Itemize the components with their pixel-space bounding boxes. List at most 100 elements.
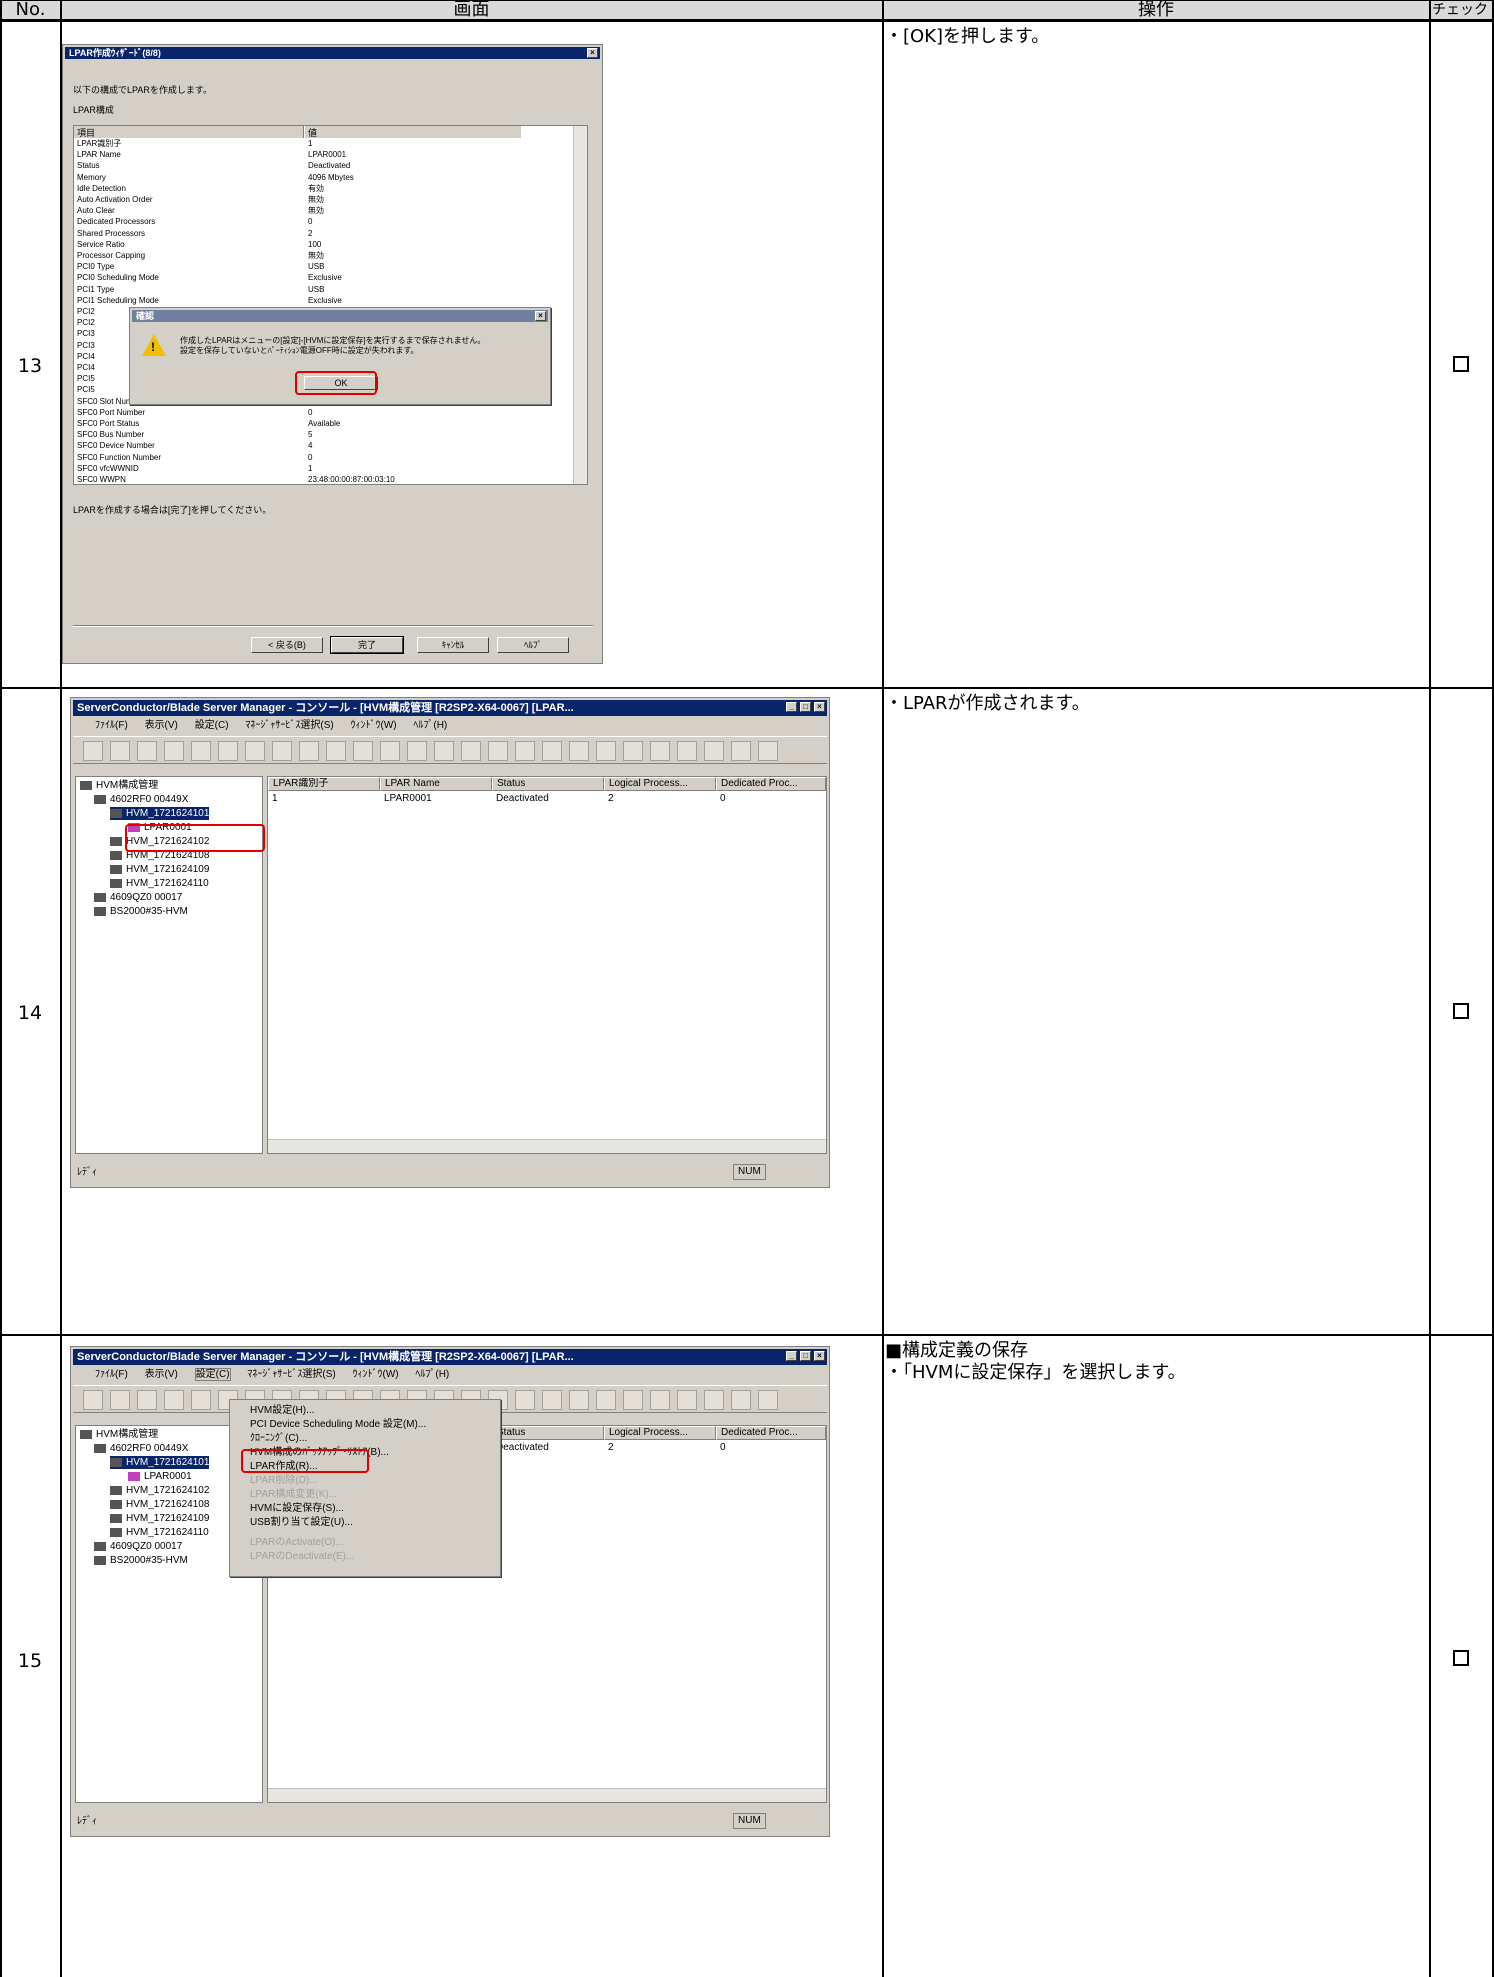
toolbar-button[interactable] [758, 1390, 778, 1410]
menu-item[interactable]: USB割り当て設定(U)... [250, 1516, 353, 1530]
menu-settings[interactable]: 設定(C) [194, 1368, 231, 1381]
toolbar-button[interactable] [434, 741, 454, 761]
maximize-icon[interactable]: □ [800, 1351, 811, 1361]
toolbar-button[interactable] [191, 1390, 211, 1410]
menu-manager[interactable]: ﾏﾈｰｼﾞｬｻｰﾋﾞｽ選択(S) [245, 720, 333, 731]
tree-node[interactable]: HVM_1721624109 [110, 1512, 209, 1525]
check-box[interactable] [1453, 356, 1469, 372]
tree-root[interactable]: HVM構成管理 [80, 1428, 158, 1441]
col-header[interactable]: LPAR Name [380, 777, 492, 791]
toolbar-button[interactable] [461, 741, 481, 761]
h-scrollbar[interactable] [268, 1139, 826, 1153]
toolbar-button[interactable] [704, 1390, 724, 1410]
tree-node[interactable]: HVM_1721624108 [110, 1498, 209, 1511]
toolbar-button[interactable] [650, 741, 670, 761]
col-header[interactable]: Dedicated Proc... [716, 777, 826, 791]
tree-root[interactable]: HVM構成管理 [80, 779, 158, 792]
scrollbar[interactable] [573, 126, 587, 484]
toolbar-button[interactable] [218, 741, 238, 761]
menu-view[interactable]: 表示(V) [145, 1369, 178, 1380]
tree-node[interactable]: HVM_1721624110 [110, 877, 209, 890]
col-header[interactable]: Logical Process... [604, 777, 716, 791]
toolbar-button[interactable] [164, 1390, 184, 1410]
toolbar-button[interactable] [542, 1390, 562, 1410]
toolbar-button[interactable] [83, 1390, 103, 1410]
cell[interactable]: LPAR0001 [384, 793, 432, 804]
tree-node[interactable]: HVM_1721624110 [110, 1526, 209, 1539]
menu-view[interactable]: 表示(V) [145, 720, 178, 731]
minimize-icon[interactable]: _ [786, 1351, 797, 1361]
toolbar-button[interactable] [731, 1390, 751, 1410]
tree-node[interactable]: 4609QZ0 00017 [94, 1540, 182, 1553]
toolbar-button[interactable] [596, 741, 616, 761]
tree-node[interactable]: 4602RF0 00449X [94, 1442, 188, 1455]
check-box[interactable] [1453, 1003, 1469, 1019]
menu-file[interactable]: ﾌｧｲﾙ(F) [95, 720, 128, 731]
toolbar-button[interactable] [272, 741, 292, 761]
minimize-icon[interactable]: _ [786, 702, 797, 712]
col-header[interactable]: LPAR識別子 [268, 777, 380, 791]
toolbar-button[interactable] [677, 1390, 697, 1410]
toolbar-button[interactable] [650, 1390, 670, 1410]
back-button[interactable]: < 戻る(B) [251, 637, 323, 653]
toolbar-button[interactable] [623, 1390, 643, 1410]
check-box[interactable] [1453, 1650, 1469, 1666]
tree-node-lpar[interactable]: LPAR0001 [128, 1470, 192, 1483]
toolbar-button[interactable] [299, 741, 319, 761]
tree-node[interactable]: BS2000#35-HVM [94, 905, 188, 918]
toolbar-button[interactable] [623, 741, 643, 761]
col-header[interactable]: Status [492, 1426, 604, 1440]
cell[interactable]: Deactivated [496, 793, 549, 804]
toolbar-button[interactable] [137, 741, 157, 761]
tree-node[interactable]: BS2000#35-HVM [94, 1554, 188, 1567]
tree-node-selected[interactable]: HVM_1721624101 [110, 807, 210, 820]
menu-window[interactable]: ｳｨﾝﾄﾞｳ(W) [350, 720, 396, 731]
tree-node-selected[interactable]: HVM_1721624101 [110, 1456, 210, 1469]
col-header[interactable]: Dedicated Proc... [716, 1426, 826, 1440]
toolbar-button[interactable] [542, 741, 562, 761]
menu-help[interactable]: ﾍﾙﾌﾟ(H) [413, 720, 447, 731]
menu-item[interactable]: PCI Device Scheduling Mode 設定(M)... [250, 1418, 426, 1432]
toolbar-button[interactable] [326, 741, 346, 761]
h-scrollbar[interactable] [268, 1788, 826, 1802]
toolbar-button[interactable] [110, 1390, 130, 1410]
toolbar-button[interactable] [569, 1390, 589, 1410]
toolbar-button[interactable] [569, 741, 589, 761]
menu-item-save[interactable]: HVMに設定保存(S)... [250, 1502, 344, 1516]
tree-node[interactable]: HVM_1721624102 [110, 1484, 209, 1497]
toolbar-button[interactable] [380, 741, 400, 761]
tree-node[interactable]: HVM_1721624109 [110, 863, 209, 876]
maximize-icon[interactable]: □ [800, 702, 811, 712]
col-header[interactable]: Logical Process... [604, 1426, 716, 1440]
toolbar-button[interactable] [731, 741, 751, 761]
menu-file[interactable]: ﾌｧｲﾙ(F) [95, 1369, 128, 1380]
toolbar-button[interactable] [353, 741, 373, 761]
cell[interactable]: Deactivated [496, 1442, 549, 1453]
toolbar-button[interactable] [245, 741, 265, 761]
toolbar-button[interactable] [488, 741, 508, 761]
tree-node[interactable]: 4602RF0 00449X [94, 793, 188, 806]
menu-item[interactable]: HVM設定(H)... [250, 1404, 314, 1418]
menu-item[interactable]: ｸﾛｰﾆﾝｸﾞ(C)... [250, 1432, 307, 1446]
toolbar-button[interactable] [758, 741, 778, 761]
close-icon[interactable]: × [535, 311, 546, 321]
toolbar-button[interactable] [164, 741, 184, 761]
toolbar-button[interactable] [110, 741, 130, 761]
cell[interactable]: 0 [720, 793, 726, 804]
cell[interactable]: 2 [608, 793, 614, 804]
cell[interactable]: 1 [272, 793, 278, 804]
toolbar-button[interactable] [191, 741, 211, 761]
toolbar-button[interactable] [704, 741, 724, 761]
toolbar-button[interactable] [515, 1390, 535, 1410]
finish-button[interactable]: 完了 [330, 636, 404, 654]
cell[interactable]: 2 [608, 1442, 614, 1453]
menu-settings[interactable]: 設定(C) [195, 720, 229, 731]
menu-manager[interactable]: ﾏﾈｰｼﾞｬｻｰﾋﾞｽ選択(S) [247, 1369, 335, 1380]
close-icon[interactable]: × [814, 702, 825, 712]
close-icon[interactable]: × [587, 48, 598, 58]
help-button[interactable]: ﾍﾙﾌﾟ [497, 637, 569, 653]
menu-help[interactable]: ﾍﾙﾌﾟ(H) [415, 1369, 449, 1380]
toolbar-button[interactable] [515, 741, 535, 761]
toolbar-button[interactable] [596, 1390, 616, 1410]
toolbar-button[interactable] [83, 741, 103, 761]
